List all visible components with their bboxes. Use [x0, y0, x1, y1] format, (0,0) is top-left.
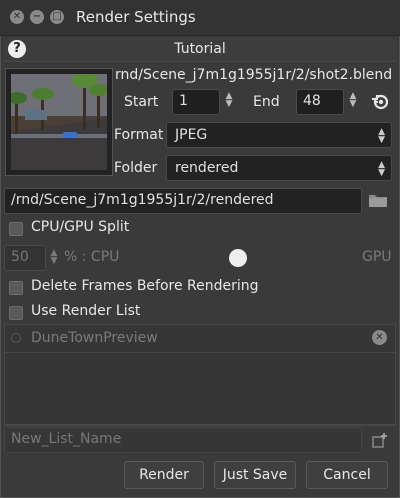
tutorial-link[interactable]: Tutorial	[0, 41, 400, 57]
just-save-button[interactable]: Just Save	[214, 461, 296, 489]
new-list-name-input[interactable]: New_List_Name	[4, 427, 362, 453]
radio-icon[interactable]	[11, 333, 21, 343]
scene-path: rnd/Scene_j7m1g1955j1r/2/shot2.blend	[115, 67, 393, 83]
end-frame-input[interactable]: 48	[296, 89, 344, 115]
divider	[4, 424, 396, 425]
chevron-updown-icon: ▲ ▼	[378, 127, 385, 145]
window-title: Render Settings	[76, 8, 196, 26]
format-select-value: JPEG	[175, 127, 208, 143]
minimize-window-button[interactable]: −	[30, 10, 44, 24]
split-percent-stepper[interactable]: ▲ ▼	[47, 249, 61, 266]
clear-icon[interactable]: ✕	[372, 330, 387, 345]
start-frame-stepper[interactable]: ▲ ▼	[222, 92, 236, 109]
start-frame-input[interactable]: 1	[172, 89, 220, 115]
folder-label: Folder	[114, 160, 158, 176]
folder-select-value: rendered	[175, 160, 239, 176]
output-path-field[interactable]: /rnd/Scene_j7m1g1955j1r/2/rendered	[4, 188, 362, 214]
split-percent-input[interactable]: 50	[4, 245, 46, 271]
blender-icon[interactable]	[370, 91, 390, 111]
cancel-button[interactable]: Cancel	[306, 461, 388, 489]
render-list-item-label: DuneTownPreview	[31, 330, 158, 346]
scene-thumbnail	[11, 74, 107, 170]
gpu-label: GPU	[362, 249, 392, 265]
end-frame-stepper[interactable]: ▲ ▼	[346, 92, 360, 109]
use-render-list-checkbox[interactable]	[9, 306, 23, 320]
format-select[interactable]: JPEG ▲ ▼	[166, 122, 392, 148]
add-list-icon[interactable]	[372, 432, 388, 448]
delete-frames-checkbox[interactable]	[9, 281, 23, 295]
close-window-button[interactable]: ✕	[10, 10, 24, 24]
start-label: Start	[124, 94, 159, 110]
maximize-window-button[interactable]: □	[50, 10, 64, 24]
folder-select[interactable]: rendered ▲ ▼	[166, 155, 392, 181]
split-slider-handle[interactable]	[229, 249, 247, 267]
cpu-gpu-split-checkbox[interactable]	[9, 222, 23, 236]
render-button[interactable]: Render	[124, 461, 204, 489]
use-render-list-label: Use Render List	[31, 303, 141, 319]
cpu-label: % : CPU	[64, 249, 120, 265]
format-label: Format	[114, 127, 164, 143]
chevron-updown-icon: ▲ ▼	[378, 160, 385, 178]
folder-icon[interactable]	[368, 192, 388, 208]
cpu-gpu-split-label: CPU/GPU Split	[31, 219, 130, 235]
end-label: End	[253, 94, 280, 110]
delete-frames-label: Delete Frames Before Rendering	[31, 278, 259, 294]
